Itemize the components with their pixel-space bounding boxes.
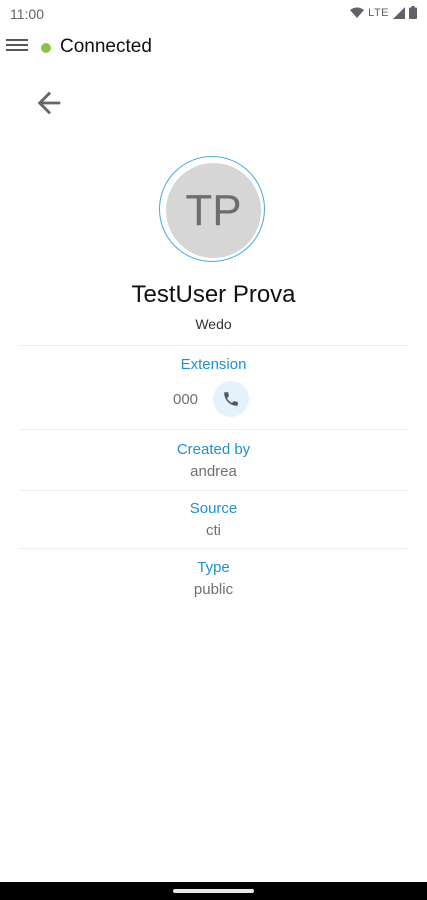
home-gesture-handle[interactable] xyxy=(173,889,254,893)
app-bar: Connected xyxy=(0,30,427,66)
network-type: LTE xyxy=(368,6,389,19)
extension-value: 000 xyxy=(173,391,199,408)
signal-icon xyxy=(393,6,405,19)
divider xyxy=(20,548,407,549)
created-by-label: Created by xyxy=(176,441,251,458)
connection-status-dot xyxy=(41,43,51,53)
battery-icon xyxy=(409,6,417,19)
divider xyxy=(20,429,407,430)
back-button[interactable] xyxy=(32,86,66,120)
call-extension-button[interactable] xyxy=(213,381,249,417)
created-by-value: andrea xyxy=(190,463,237,480)
divider xyxy=(20,345,407,346)
extension-label: Extension xyxy=(180,356,247,373)
avatar: TP xyxy=(166,163,261,258)
arrow-back-icon xyxy=(37,91,61,115)
status-time: 11:00 xyxy=(10,6,44,22)
phone-icon xyxy=(224,392,238,406)
contact-name: TestUser Prova xyxy=(131,281,296,308)
source-value: cti xyxy=(206,522,221,539)
status-icons: LTE xyxy=(350,6,417,19)
connection-status-label: Connected xyxy=(60,36,152,57)
type-label: Type xyxy=(197,559,230,576)
status-bar: 11:00 LTE xyxy=(0,0,427,28)
contact-company: Wedo xyxy=(195,316,232,332)
wifi-icon xyxy=(350,7,365,18)
avatar-initials: TP xyxy=(185,185,242,235)
hamburger-menu-icon[interactable] xyxy=(6,36,28,58)
source-label: Source xyxy=(189,500,238,517)
divider xyxy=(20,490,407,491)
type-value: public xyxy=(193,581,234,598)
